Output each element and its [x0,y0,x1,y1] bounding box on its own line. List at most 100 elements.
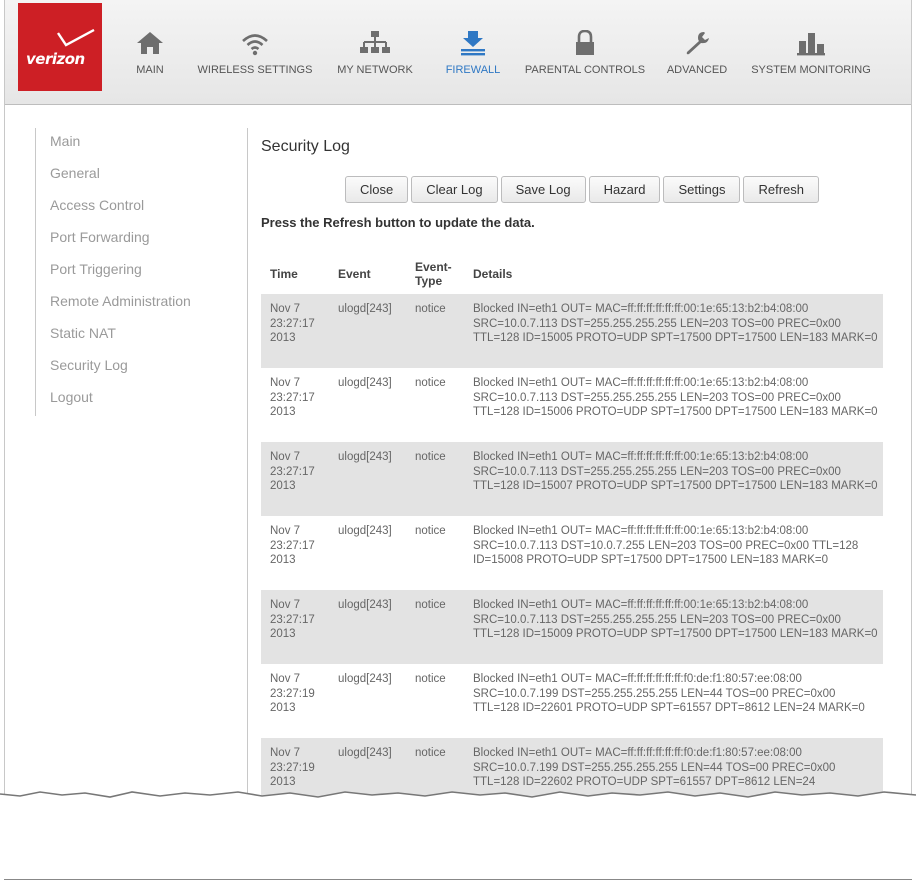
log-time-cell: Nov 7 23:27:17 2013 [261,516,329,590]
sidebar-item-remote-administration[interactable]: Remote Administration [36,288,235,320]
table-row: Nov 7 23:27:17 2013 ulogd[243] notice Blocked… [261,590,883,664]
column-header-time: Time [270,267,298,281]
nav-parental-controls[interactable]: PARENTAL CONTROLS [523,30,647,90]
save-log-button[interactable]: Save Log [500,176,586,203]
table-row: Nov 7 23:27:17 2013 ulogd[243] notice Blocked… [261,294,883,368]
log-date: Nov 7 [270,303,301,315]
table-row: Nov 7 23:27:17 2013 ulogd[243] notice Blocked… [261,368,883,442]
hazard-button[interactable]: Hazard [588,176,661,203]
nav-wireless-label: WIRELESS SETTINGS [197,64,313,76]
nav-wireless-settings[interactable]: WIRELESS SETTINGS [195,30,315,90]
log-time: 23:27:19 [270,761,315,774]
nav-system-monitoring[interactable]: SYSTEM MONITORING [749,30,873,90]
firewall-icon [461,31,485,56]
column-header-event-type: Event-Type [406,254,464,294]
bar-chart-icon [797,33,825,56]
nav-main[interactable]: MAIN [115,30,185,90]
log-date: Nov 7 [270,673,301,685]
nav-system-monitoring-label: SYSTEM MONITORING [751,64,871,76]
log-event-type-cell: notice [406,590,464,664]
event-type-header-text: Event-Type [415,260,452,288]
log-time-cell: Nov 7 23:27:17 2013 [261,368,329,442]
log-year: 2013 [270,332,296,344]
log-date: Nov 7 [270,525,301,537]
sidebar-item-port-forwarding[interactable]: Port Forwarding [36,224,235,256]
refresh-button[interactable]: Refresh [743,176,819,203]
log-time-cell: Nov 7 23:27:17 2013 [261,590,329,664]
wifi-icon [242,34,268,56]
lock-icon [576,30,594,55]
nav-advanced-label: ADVANCED [666,64,728,76]
log-details-cell: Blocked IN=eth1 OUT= MAC=ff:ff:ff:ff:ff:… [473,673,865,714]
wrench-icon [686,32,709,55]
column-header-details: Details [473,267,513,281]
sidebar-item-security-log[interactable]: Security Log [36,352,235,384]
log-event-type-cell: notice [415,377,446,389]
security-log-panel: Security Log Close Clear Log Save Log Ha… [261,128,891,800]
log-event-type-cell: notice [406,294,464,368]
nav-advanced[interactable]: ADVANCED [663,30,731,90]
sidebar-item-access-control[interactable]: Access Control [36,192,235,224]
log-year: 2013 [270,628,296,640]
logo-text: verizon [26,50,85,68]
log-date: Nov 7 [270,451,301,463]
verizon-logo[interactable]: verizon [18,3,102,91]
clear-log-button[interactable]: Clear Log [411,176,498,203]
log-time: 23:27:17 [270,465,315,478]
close-button[interactable]: Close [345,176,409,203]
settings-button[interactable]: Settings [663,176,741,203]
log-details-cell: Blocked IN=eth1 OUT= MAC=ff:ff:ff:ff:ff:… [473,525,859,566]
torn-edge [0,791,916,820]
log-time: 23:27:17 [270,539,315,552]
log-event-type-cell: notice [415,673,446,685]
log-event-cell: ulogd[243] [329,294,406,368]
sidebar-item-static-nat[interactable]: Static NAT [36,320,235,352]
network-icon [360,31,390,53]
column-header-event: Event [338,267,371,281]
log-toolbar: Close Clear Log Save Log Hazard Settings… [345,176,819,203]
sidebar-item-logout[interactable]: Logout [36,384,235,416]
sidebar-item-port-triggering[interactable]: Port Triggering [36,256,235,288]
log-time-cell: Nov 7 23:27:17 2013 [261,442,329,516]
nav-firewall[interactable]: FIREWALL [439,30,507,90]
log-time: 23:27:17 [270,391,315,404]
log-date: Nov 7 [270,747,301,759]
log-time: 23:27:19 [270,687,315,700]
table-row: Nov 7 23:27:17 2013 ulogd[243] notice Blocked… [261,516,883,590]
sidebar-item-main[interactable]: Main [36,128,235,160]
router-admin-window: verizon MAIN WIRELESS SETTINGS MY NETWOR… [4,0,912,800]
log-time: 23:27:17 [270,613,315,626]
refresh-hint: Press the Refresh button to update the d… [261,215,535,230]
log-event-cell: ulogd[243] [338,377,392,389]
log-event-cell: ulogd[243] [338,673,392,685]
log-event-type-cell: notice [406,442,464,516]
log-time-cell: Nov 7 23:27:17 2013 [261,294,329,368]
log-year: 2013 [270,554,296,566]
home-icon [137,32,163,54]
firewall-sidebar: Main General Access Control Port Forward… [35,128,235,416]
log-date: Nov 7 [270,599,301,611]
log-event-cell: ulogd[243] [329,590,406,664]
security-log-table: Time Event Event-Type Details Nov 7 23:27… [261,254,883,800]
log-time: 23:27:17 [270,317,315,330]
log-event-cell: ulogd[243] [338,525,392,537]
log-time-cell: Nov 7 23:27:19 2013 [261,664,329,738]
log-event-cell: ulogd[243] [329,442,406,516]
table-header-row: Time Event Event-Type Details [261,254,883,294]
check-mark-icon [57,29,95,47]
log-details-cell: Blocked IN=eth1 OUT= MAC=ff:ff:ff:ff:ff:… [464,590,883,664]
log-date: Nov 7 [270,377,301,389]
log-event-type-cell: notice [415,525,446,537]
nav-firewall-label: FIREWALL [445,64,501,76]
page-bottom-rule [4,879,912,880]
nav-main-label: MAIN [136,64,164,76]
sidebar-item-general[interactable]: General [36,160,235,192]
content-divider [247,128,248,800]
nav-parental-label: PARENTAL CONTROLS [524,64,646,76]
log-year: 2013 [270,406,296,418]
log-year: 2013 [270,702,296,714]
table-row: Nov 7 23:27:17 2013 ulogd[243] notice Blocked… [261,442,883,516]
log-details-cell: Blocked IN=eth1 OUT= MAC=ff:ff:ff:ff:ff:… [464,294,883,368]
log-year: 2013 [270,480,296,492]
nav-my-network[interactable]: MY NETWORK [335,30,415,90]
